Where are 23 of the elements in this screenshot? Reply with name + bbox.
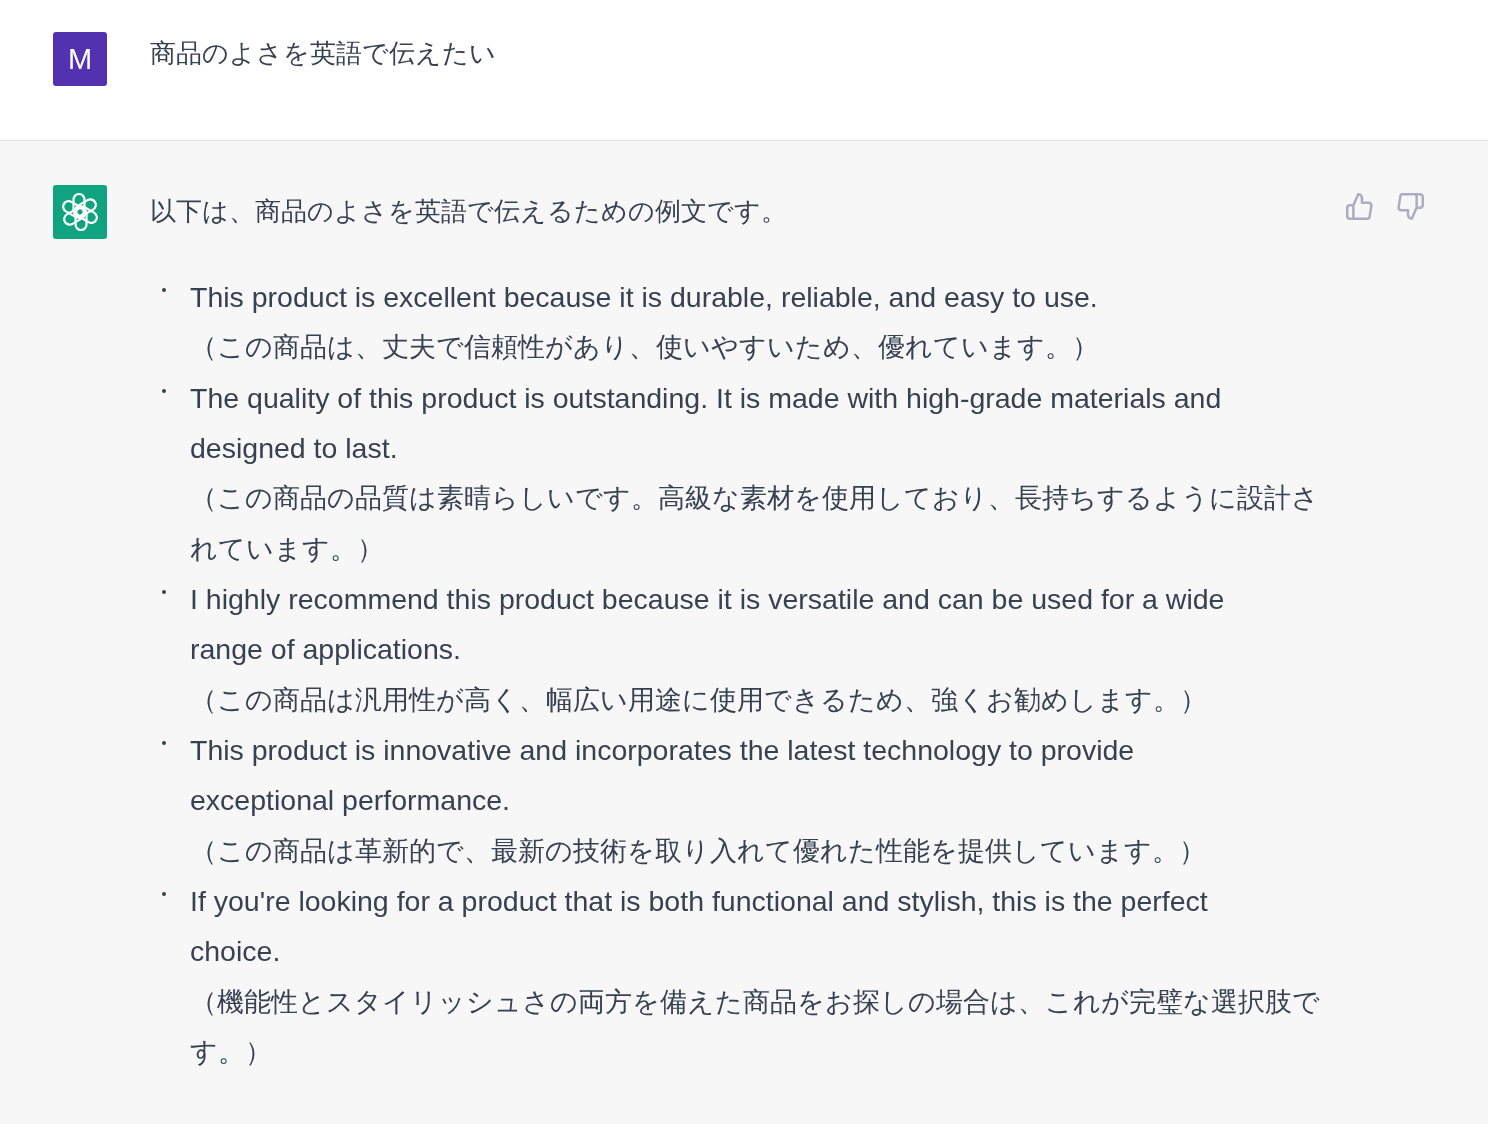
japanese-translation: （この商品の品質は素晴らしいです。高級な素材を使用しており、長持ちするように設計されています。） xyxy=(190,482,1320,566)
thumbs-up-icon xyxy=(1346,193,1373,220)
logo-icon xyxy=(53,185,107,239)
english-sentence: This product is excellent because it is durable, reliable, and easy to use. xyxy=(190,280,1099,315)
assistant-intro: 以下は、商品のよさを英語で伝えるための例文です。 xyxy=(150,195,788,228)
japanese-translation: （この商品は革新的で、最新の技術を取り入れて優れた性能を提供しています。） xyxy=(190,834,1207,868)
english-sentence: I highly recommend this product because it is versatile and can be used for a wide range of applications. xyxy=(190,581,1226,668)
english-sentence: The quality of this product is outstanding. It is made with high-grade materials and designed to last. xyxy=(190,380,1223,466)
thumbs-down-icon xyxy=(1397,193,1424,220)
user-avatar: M xyxy=(53,32,107,86)
japanese-translation: （この商品は、丈夫で信頼性があり、使いやすいため、優れています。） xyxy=(190,331,1100,365)
bullet-icon xyxy=(162,740,166,745)
dislike-button[interactable] xyxy=(1397,193,1424,220)
japanese-translation: （この商品は汎用性が高く、幅広い用途に使用できるため、強くお勧めします。） xyxy=(190,683,1208,717)
like-button[interactable] xyxy=(1346,193,1373,220)
bullet-icon xyxy=(162,388,166,393)
english-sentence: If you're looking for a product that is both functional and stylish, this is the perfect choice. xyxy=(190,883,1209,970)
japanese-translation: （機能性とスタイリッシュさの両方を備えた商品をお探しの場合は、これが完璧な選択肢です。） xyxy=(190,985,1321,1069)
bullet-icon xyxy=(162,288,166,292)
english-sentence: This product is innovative and incorporates the latest technology to provide exceptional performance. xyxy=(190,732,1136,819)
bullet-icon xyxy=(162,891,166,896)
bullet-icon xyxy=(162,589,166,594)
user-message: 商品のよさを英語で伝えたい xyxy=(150,37,496,70)
